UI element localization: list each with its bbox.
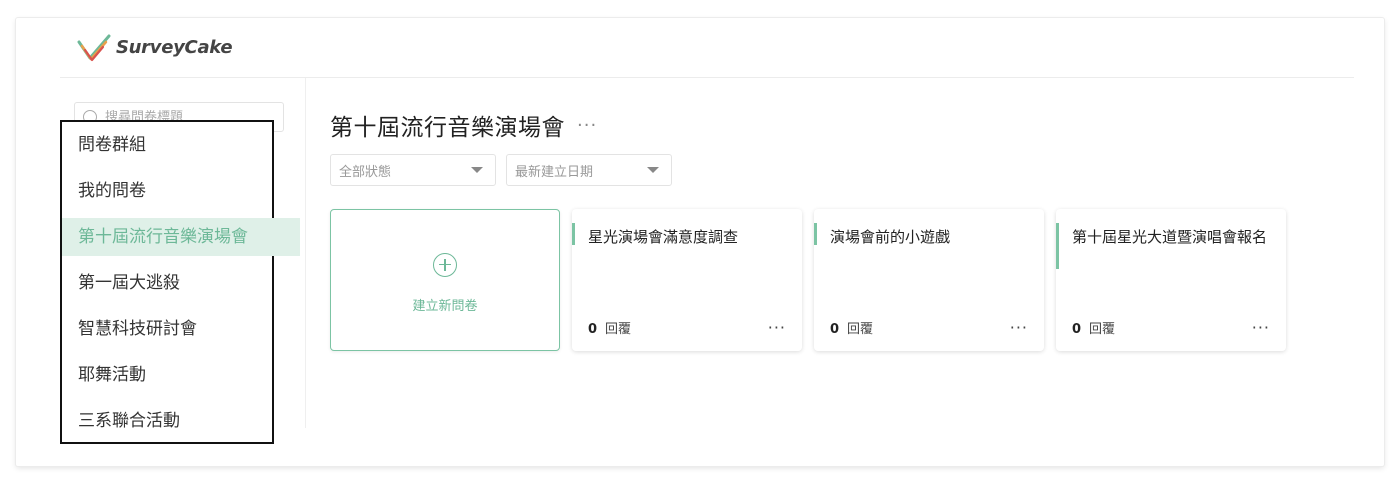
card-footer: 0 回覆 ··· xyxy=(830,318,1028,337)
sort-filter-value: 最新建立日期 xyxy=(515,164,594,180)
card-accent xyxy=(572,223,575,245)
response-count: 0 回覆 xyxy=(1072,322,1116,337)
status-filter-value: 全部狀態 xyxy=(339,164,392,180)
plus-circle-icon xyxy=(433,252,457,277)
card-accent xyxy=(1056,223,1059,269)
card-menu-icon[interactable]: ··· xyxy=(1252,318,1270,337)
chevron-down-icon xyxy=(647,167,659,173)
survey-card[interactable]: 演場會前的小遊戲 0 回覆 ··· xyxy=(814,209,1044,351)
sidebar-item-my-surveys[interactable]: 我的問卷 xyxy=(62,168,272,214)
card-footer: 0 回覆 ··· xyxy=(588,318,786,337)
survey-title: 演場會前的小遊戲 xyxy=(830,228,951,246)
card-menu-icon[interactable]: ··· xyxy=(768,318,786,337)
sidebar-item-concert[interactable]: 第十屆流行音樂演場會 xyxy=(62,218,300,256)
card-menu-icon[interactable]: ··· xyxy=(1010,318,1028,337)
main-content: 第十屆流行音樂演場會 ··· 全部狀態 最新建立日期 建立新問卷 星光演場會滿意… xyxy=(330,78,1360,458)
survey-card[interactable]: 第十屆星光大道暨演唱會報名 0 回覆 ··· xyxy=(1056,209,1286,351)
survey-title: 星光演場會滿意度調查 xyxy=(588,228,739,246)
group-list: 問卷群組 我的問卷 第十屆流行音樂演場會 第一屆大逃殺 智慧科技研討會 耶舞活動… xyxy=(62,122,300,444)
card-footer: 0 回覆 ··· xyxy=(1072,318,1270,337)
sort-filter[interactable]: 最新建立日期 xyxy=(506,154,672,186)
filters: 全部狀態 最新建立日期 xyxy=(330,154,672,186)
sidebar-item-joint-event[interactable]: 三系聯合活動 xyxy=(62,398,272,444)
status-filter[interactable]: 全部狀態 xyxy=(330,154,496,186)
response-count: 0 回覆 xyxy=(588,322,632,337)
sidebar-item-smart-tech[interactable]: 智慧科技研討會 xyxy=(62,306,272,352)
sidebar-item-dance[interactable]: 耶舞活動 xyxy=(62,352,272,398)
app-window: SurveyCake 問卷群組 我的問卷 第十屆流行音樂演場會 第一屆大逃殺 智… xyxy=(16,18,1384,466)
survey-cards: 建立新問卷 星光演場會滿意度調查 0 回覆 ··· 演場會前的小遊戲 0 回覆 ··… xyxy=(330,209,1286,351)
page-title-row: 第十屆流行音樂演場會 ··· xyxy=(330,108,597,142)
page-title: 第十屆流行音樂演場會 xyxy=(330,115,565,141)
create-survey-label: 建立新問卷 xyxy=(412,298,478,314)
logo-text: SurveyCake xyxy=(116,37,233,58)
more-options-icon[interactable]: ··· xyxy=(577,115,597,136)
logo[interactable]: SurveyCake xyxy=(76,32,233,64)
chevron-down-icon xyxy=(471,167,483,173)
group-list-highlight: 問卷群組 我的問卷 第十屆流行音樂演場會 第一屆大逃殺 智慧科技研討會 耶舞活動… xyxy=(60,120,300,444)
sidebar: 問卷群組 我的問卷 第十屆流行音樂演場會 第一屆大逃殺 智慧科技研討會 耶舞活動… xyxy=(60,78,306,444)
sidebar-item-battle-royale[interactable]: 第一屆大逃殺 xyxy=(62,260,272,306)
survey-card[interactable]: 星光演場會滿意度調查 0 回覆 ··· xyxy=(572,209,802,351)
card-accent xyxy=(814,223,817,245)
response-count: 0 回覆 xyxy=(830,322,874,337)
top-bar: SurveyCake xyxy=(60,18,1354,78)
survey-title: 第十屆星光大道暨演唱會報名 xyxy=(1072,228,1268,246)
create-survey-button[interactable]: 建立新問卷 xyxy=(330,209,560,351)
sidebar-item-survey-groups[interactable]: 問卷群組 xyxy=(62,122,272,168)
surveycake-logo-icon xyxy=(77,34,111,61)
